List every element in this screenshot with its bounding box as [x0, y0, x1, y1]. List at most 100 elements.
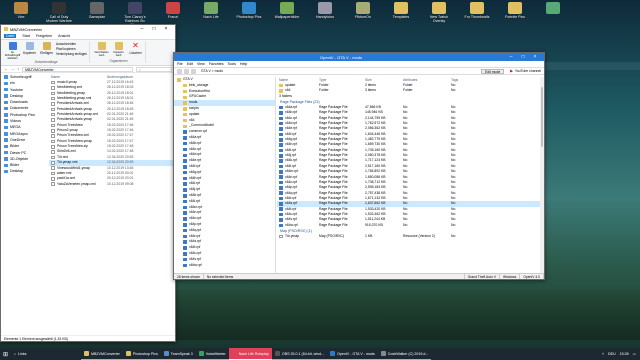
youtube-icon[interactable]: ▶: [510, 69, 513, 73]
archive-icon: [279, 196, 283, 201]
menu-item[interactable]: File: [177, 62, 183, 66]
cell-attr: Resource (Version 2): [401, 234, 449, 239]
chevron-up-icon[interactable]: ˄: [602, 352, 604, 356]
up-icon[interactable]: [191, 68, 196, 74]
menu-item[interactable]: Favorites: [209, 62, 224, 66]
copy-to-button[interactable]: Kopieren nach: [111, 42, 126, 57]
menu-bar: File Edit View Favorites Tools Help: [174, 61, 544, 68]
taskbar-app[interactable]: VoiceMeeter: [195, 348, 229, 360]
shortcut-label: Photoshop Pics: [236, 15, 262, 19]
file-icon: [51, 161, 55, 165]
desktop-shortcut[interactable]: Call of Duty Modern Warfare: [46, 2, 72, 23]
search-box[interactable]: ⌕ Links: [11, 348, 81, 360]
folder-icon: [183, 101, 187, 105]
up-icon[interactable]: ↑: [17, 67, 19, 71]
shortcut-label: Vice: [17, 15, 25, 19]
back-icon[interactable]: [177, 68, 182, 74]
nav-item[interactable]: Desktop: [1, 168, 48, 174]
shortcut-icon: [356, 2, 370, 14]
taskbar-app[interactable]: CodeWalker (C) 2019.d...: [377, 348, 432, 360]
tab-start[interactable]: Start: [22, 34, 30, 38]
taskbar-app[interactable]: Nach Life Roleplay: [228, 348, 272, 360]
shortcut-label: PiktomOn: [355, 15, 371, 19]
archive-icon: [183, 257, 187, 262]
tree-item[interactable]: x64w.rpf: [174, 263, 275, 269]
pin-button[interactable]: An Schnellzugriff anheften: [5, 42, 20, 60]
forward-icon[interactable]: [184, 68, 189, 74]
file-icon: [51, 118, 55, 122]
pin-icon: [8, 42, 17, 50]
youtube-link[interactable]: YouTube channel: [515, 69, 541, 73]
desktop-shortcut[interactable]: [540, 2, 566, 15]
explorer-titlebar[interactable]: MBZVMConverter – □ ×: [1, 25, 175, 33]
forward-icon[interactable]: →: [11, 67, 15, 71]
archive-icon: [279, 186, 283, 190]
desktop-shortcut[interactable]: PiktomOn: [350, 2, 376, 19]
menu-item[interactable]: View: [197, 62, 205, 66]
menu-item[interactable]: Help: [240, 62, 247, 66]
notification-icon[interactable]: ▭: [633, 352, 636, 356]
file-icon: [51, 96, 55, 101]
minimize-icon[interactable]: –: [136, 25, 148, 33]
desktop-shortcut[interactable]: Gameplan: [84, 2, 110, 19]
archive-icon: [183, 159, 187, 163]
taskbar-app[interactable]: MBZVMConverter: [81, 348, 123, 360]
desktop-shortcut[interactable]: Photoshop Pics: [236, 2, 262, 19]
address-input[interactable]: MBZVMConverter: [21, 66, 133, 72]
scrollbar[interactable]: [540, 77, 544, 273]
copy-path-button[interactable]: Pfad kopieren: [56, 47, 87, 51]
cut-button[interactable]: Ausschneiden: [56, 42, 87, 46]
search-input[interactable]: ⌕: [136, 66, 172, 72]
desktop-shortcut[interactable]: New Twitch Overlay: [426, 2, 452, 23]
status-os: Windows: [500, 274, 521, 279]
taskbar-app[interactable]: OpenIV - GTA V - mods: [327, 348, 378, 360]
archive-icon: [279, 175, 283, 179]
desktop-shortcut[interactable]: Nach Life: [198, 2, 224, 19]
cell-type: Rage Package File: [317, 223, 363, 228]
archive-icon: [279, 212, 283, 217]
table-row[interactable]: YatuZaVeneten.ymap.xml 10.12.2019 09:08: [49, 182, 175, 187]
desktop-shortcut[interactable]: Templates: [388, 2, 414, 19]
back-icon[interactable]: ←: [4, 67, 8, 71]
move-to-button[interactable]: Verschieben nach: [94, 42, 109, 57]
desktop-shortcut[interactable]: Vice: [8, 2, 34, 19]
paste-button[interactable]: Einfügen: [39, 42, 54, 60]
copy-button[interactable]: Kopieren: [22, 42, 37, 60]
edit-mode-button[interactable]: Edit mode: [480, 68, 505, 74]
desktop-shortcut[interactable]: Fortnite Pics: [502, 2, 528, 19]
archive-icon: [279, 170, 283, 174]
desktop-shortcut[interactable]: Franzi: [160, 2, 186, 19]
maximize-icon[interactable]: □: [517, 53, 529, 61]
shortcut-label: For Thumbnails: [464, 15, 490, 19]
cell-text: Tür.ymap: [285, 233, 300, 238]
table-row[interactable]: Tür.ymap Map (PSO/RSC) 1 KB Resource (Versi…: [277, 234, 540, 239]
delete-button[interactable]: ✕ Löschen: [128, 42, 143, 57]
shortcut-icon: [242, 2, 256, 14]
tab-share[interactable]: Freigeben: [36, 34, 52, 38]
desktop-shortcut[interactable]: Wallpaperbilder: [274, 2, 300, 19]
taskbar-app[interactable]: TeamSpeak 3: [160, 348, 196, 360]
close-icon[interactable]: ×: [529, 53, 541, 61]
tab-file[interactable]: Datei: [4, 34, 17, 38]
openiv-titlebar[interactable]: OpenIV - GTA V - mods – □ ×: [174, 53, 544, 61]
paste-shortcut-button[interactable]: Verknüpfung einfügen: [56, 52, 87, 56]
tab-view[interactable]: Ansicht: [58, 34, 70, 38]
ribbon-group-clipboard: An Schnellzugriff anheften Kopieren Einf…: [3, 42, 91, 64]
menu-item[interactable]: Tools: [228, 62, 236, 66]
address-path[interactable]: GTA V > mods: [201, 69, 223, 73]
start-button[interactable]: ⊞: [0, 348, 11, 360]
minimize-icon[interactable]: –: [505, 53, 517, 61]
clock[interactable]: 15:28: [620, 352, 629, 356]
shortcut-icon: [204, 2, 218, 14]
taskbar-app[interactable]: Photoshop Pics: [122, 348, 161, 360]
language-indicator[interactable]: DEU: [608, 352, 616, 356]
menu-item[interactable]: Edit: [187, 62, 193, 66]
desktop-shortcut[interactable]: Handyfotos: [312, 2, 338, 19]
status-bar: Elemente 1 Element ausgewählt (1,33 KB): [1, 335, 175, 341]
close-icon[interactable]: ×: [160, 25, 172, 33]
desktop-shortcut[interactable]: For Thumbnails: [464, 2, 490, 19]
taskbar-app[interactable]: OBS 25.0.1 (64-bit, wind...: [271, 348, 328, 360]
address-bar: ← → ↑ MBZVMConverter ⌕: [1, 66, 175, 73]
maximize-icon[interactable]: □: [148, 25, 160, 33]
nav-folder-icon: [4, 100, 8, 105]
